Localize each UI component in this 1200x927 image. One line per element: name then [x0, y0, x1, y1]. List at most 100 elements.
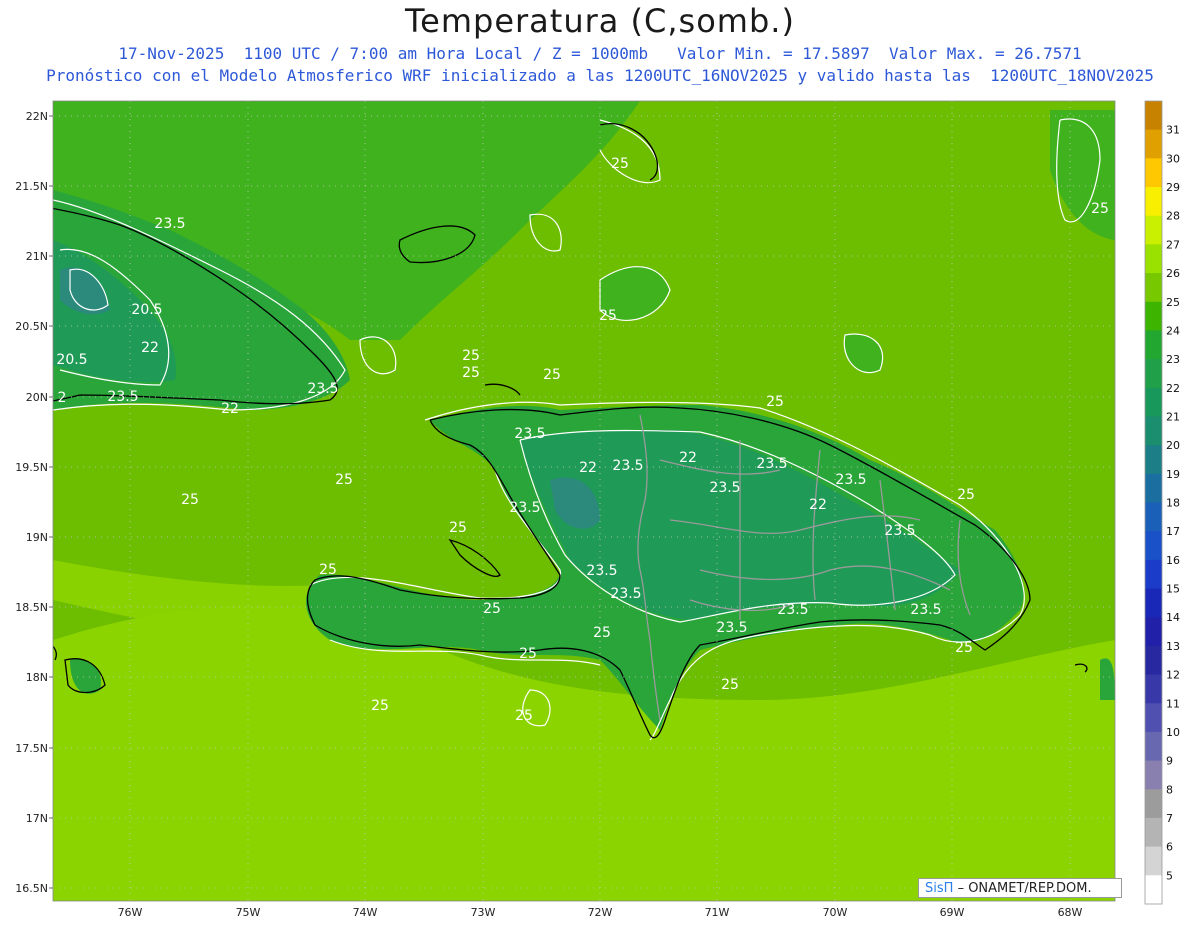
- colorbar-tick-label: 10: [1166, 726, 1180, 739]
- lon-label: 68W: [1058, 906, 1083, 919]
- colorbar-swatch: [1145, 416, 1162, 446]
- contour-label: 25: [462, 365, 480, 381]
- contour-label: 23.5: [586, 563, 617, 579]
- colorbar-tick-label: 28: [1166, 210, 1180, 223]
- contour-label: 2: [58, 390, 67, 406]
- colorbar-swatch: [1145, 760, 1162, 790]
- colorbar-swatch: [1145, 129, 1162, 159]
- contour-label: 23.5: [884, 523, 915, 539]
- lon-label: 71W: [705, 906, 730, 919]
- svg-text:23.5: 23.5: [910, 602, 941, 618]
- contour-label: 25: [543, 367, 561, 383]
- colorbar-tick-label: 18: [1166, 497, 1180, 510]
- colorbar-swatch: [1145, 817, 1162, 848]
- credit-box: SisΠ – ONAMET/REP.DOM.: [918, 878, 1122, 898]
- svg-text:23.5: 23.5: [716, 620, 747, 636]
- contour-label: 25: [483, 601, 501, 617]
- colorbar-tick-label: 13: [1166, 640, 1180, 653]
- sispi-logo: SisΠ: [925, 881, 954, 896]
- latitude-axis: 22N 21.5N 21N 20.5N 20N 19.5N 19N 18.5N …: [15, 110, 48, 895]
- colorbar-tick-label: 26: [1166, 267, 1180, 280]
- colorbar-swatch: [1145, 789, 1162, 819]
- svg-text:25: 25: [955, 640, 973, 656]
- lat-label: 16.5N: [15, 882, 48, 895]
- lat-label: 21.5N: [15, 180, 48, 193]
- colorbar-tick-label: 30: [1166, 152, 1180, 165]
- contour-label: 23.5: [307, 381, 338, 397]
- contour-label: 25: [181, 492, 199, 508]
- colorbar-swatch: [1145, 273, 1162, 303]
- credit-text: – ONAMET/REP.DOM.: [957, 881, 1092, 896]
- contour-label: 23.5: [709, 480, 740, 496]
- colorbar-swatch: [1145, 559, 1162, 590]
- lat-label: 19.5N: [15, 461, 48, 474]
- colorbar-swatch: [1145, 846, 1162, 876]
- lat-label: 20N: [26, 391, 48, 404]
- contour-label: 23.5: [154, 216, 185, 232]
- colorbar-swatch: [1145, 301, 1162, 331]
- lat-label: 22N: [26, 110, 48, 123]
- contour-label: 20.5: [131, 302, 162, 318]
- colorbar-swatch: [1145, 359, 1162, 389]
- colorbar-swatch: [1145, 158, 1162, 188]
- contour-label: 23.5: [756, 456, 787, 472]
- temperature-colorbar: 31 30 29 28 27 26 25 24 23 22 21 20 19 18 17 16 15 14 13 12…: [1144, 100, 1180, 905]
- contour-label: 25: [593, 625, 611, 641]
- colorbar-tick-label: 20: [1166, 439, 1180, 452]
- contour-label: 20.5: [56, 352, 87, 368]
- lat-label: 17N: [26, 812, 48, 825]
- colorbar-swatch: [1145, 445, 1162, 475]
- contour-label: 22: [141, 340, 159, 356]
- contour-label: 23.5: [612, 458, 643, 474]
- colorbar-tick-label: 11: [1166, 697, 1180, 710]
- lon-label: 72W: [588, 906, 613, 919]
- contour-label: 23.5: [610, 586, 641, 602]
- colorbar-tick-label: 14: [1166, 611, 1180, 624]
- lat-label: 18N: [26, 671, 48, 684]
- colorbar-swatch: [1145, 215, 1162, 245]
- colorbar-tick-label: 31: [1166, 124, 1180, 137]
- colorbar-tick-label: 8: [1166, 783, 1173, 796]
- contour-label: 23.5: [514, 426, 545, 442]
- colorbar-tick-label: 15: [1166, 583, 1180, 596]
- contour-label: 22: [221, 401, 239, 417]
- contour-label: 23.5: [509, 500, 540, 516]
- colorbar-swatch: [1145, 674, 1162, 704]
- colorbar-tick-label: 19: [1166, 468, 1180, 481]
- colorbar-swatch: [1145, 531, 1162, 561]
- contour-label: 25: [462, 348, 480, 364]
- colorbar-tick-label: 12: [1166, 669, 1180, 682]
- svg-text:23.5: 23.5: [777, 602, 808, 618]
- colorbar-tick-label: 7: [1166, 812, 1173, 825]
- colorbar-tick-label: 21: [1166, 410, 1180, 423]
- lon-label: 74W: [353, 906, 378, 919]
- colorbar-tick-label: 23: [1166, 353, 1180, 366]
- temperature-map: 25 23.5 20.5 22 25 25 25 23.5 22 23.5 22…: [15, 100, 1180, 919]
- lon-label: 76W: [118, 906, 143, 919]
- lat-label: 21N: [26, 250, 48, 263]
- contour-label: 25: [335, 472, 353, 488]
- colorbar-swatch: [1145, 387, 1162, 417]
- colorbar-swatch: [1145, 875, 1162, 905]
- lat-label: 19N: [26, 531, 48, 544]
- contour-label: 22: [579, 460, 597, 476]
- contour-label: 25: [515, 708, 533, 724]
- colorbar-swatch: [1145, 101, 1162, 131]
- lon-label: 75W: [236, 906, 261, 919]
- map-plot-area: 25 23.5 20.5 22 25 25 25 23.5 22 23.5 22…: [53, 101, 1115, 901]
- colorbar-tick-label: 25: [1166, 296, 1180, 309]
- contour-label: 25: [371, 698, 389, 714]
- colorbar-swatch: [1145, 330, 1162, 360]
- lon-label: 73W: [471, 906, 496, 919]
- contour-label: 23.5: [107, 389, 138, 405]
- contour-label: 22: [679, 450, 697, 466]
- contour-label: 25: [519, 646, 537, 662]
- colorbar-swatch: [1145, 473, 1162, 503]
- colorbar-swatch: [1145, 187, 1162, 217]
- contour-label: 25: [957, 487, 975, 503]
- colorbar-swatch: [1145, 617, 1162, 647]
- svg-text:23.5: 23.5: [835, 472, 866, 488]
- lat-label: 17.5N: [15, 742, 48, 755]
- colorbar-swatch: [1145, 588, 1162, 618]
- colorbar-swatch: [1145, 502, 1162, 532]
